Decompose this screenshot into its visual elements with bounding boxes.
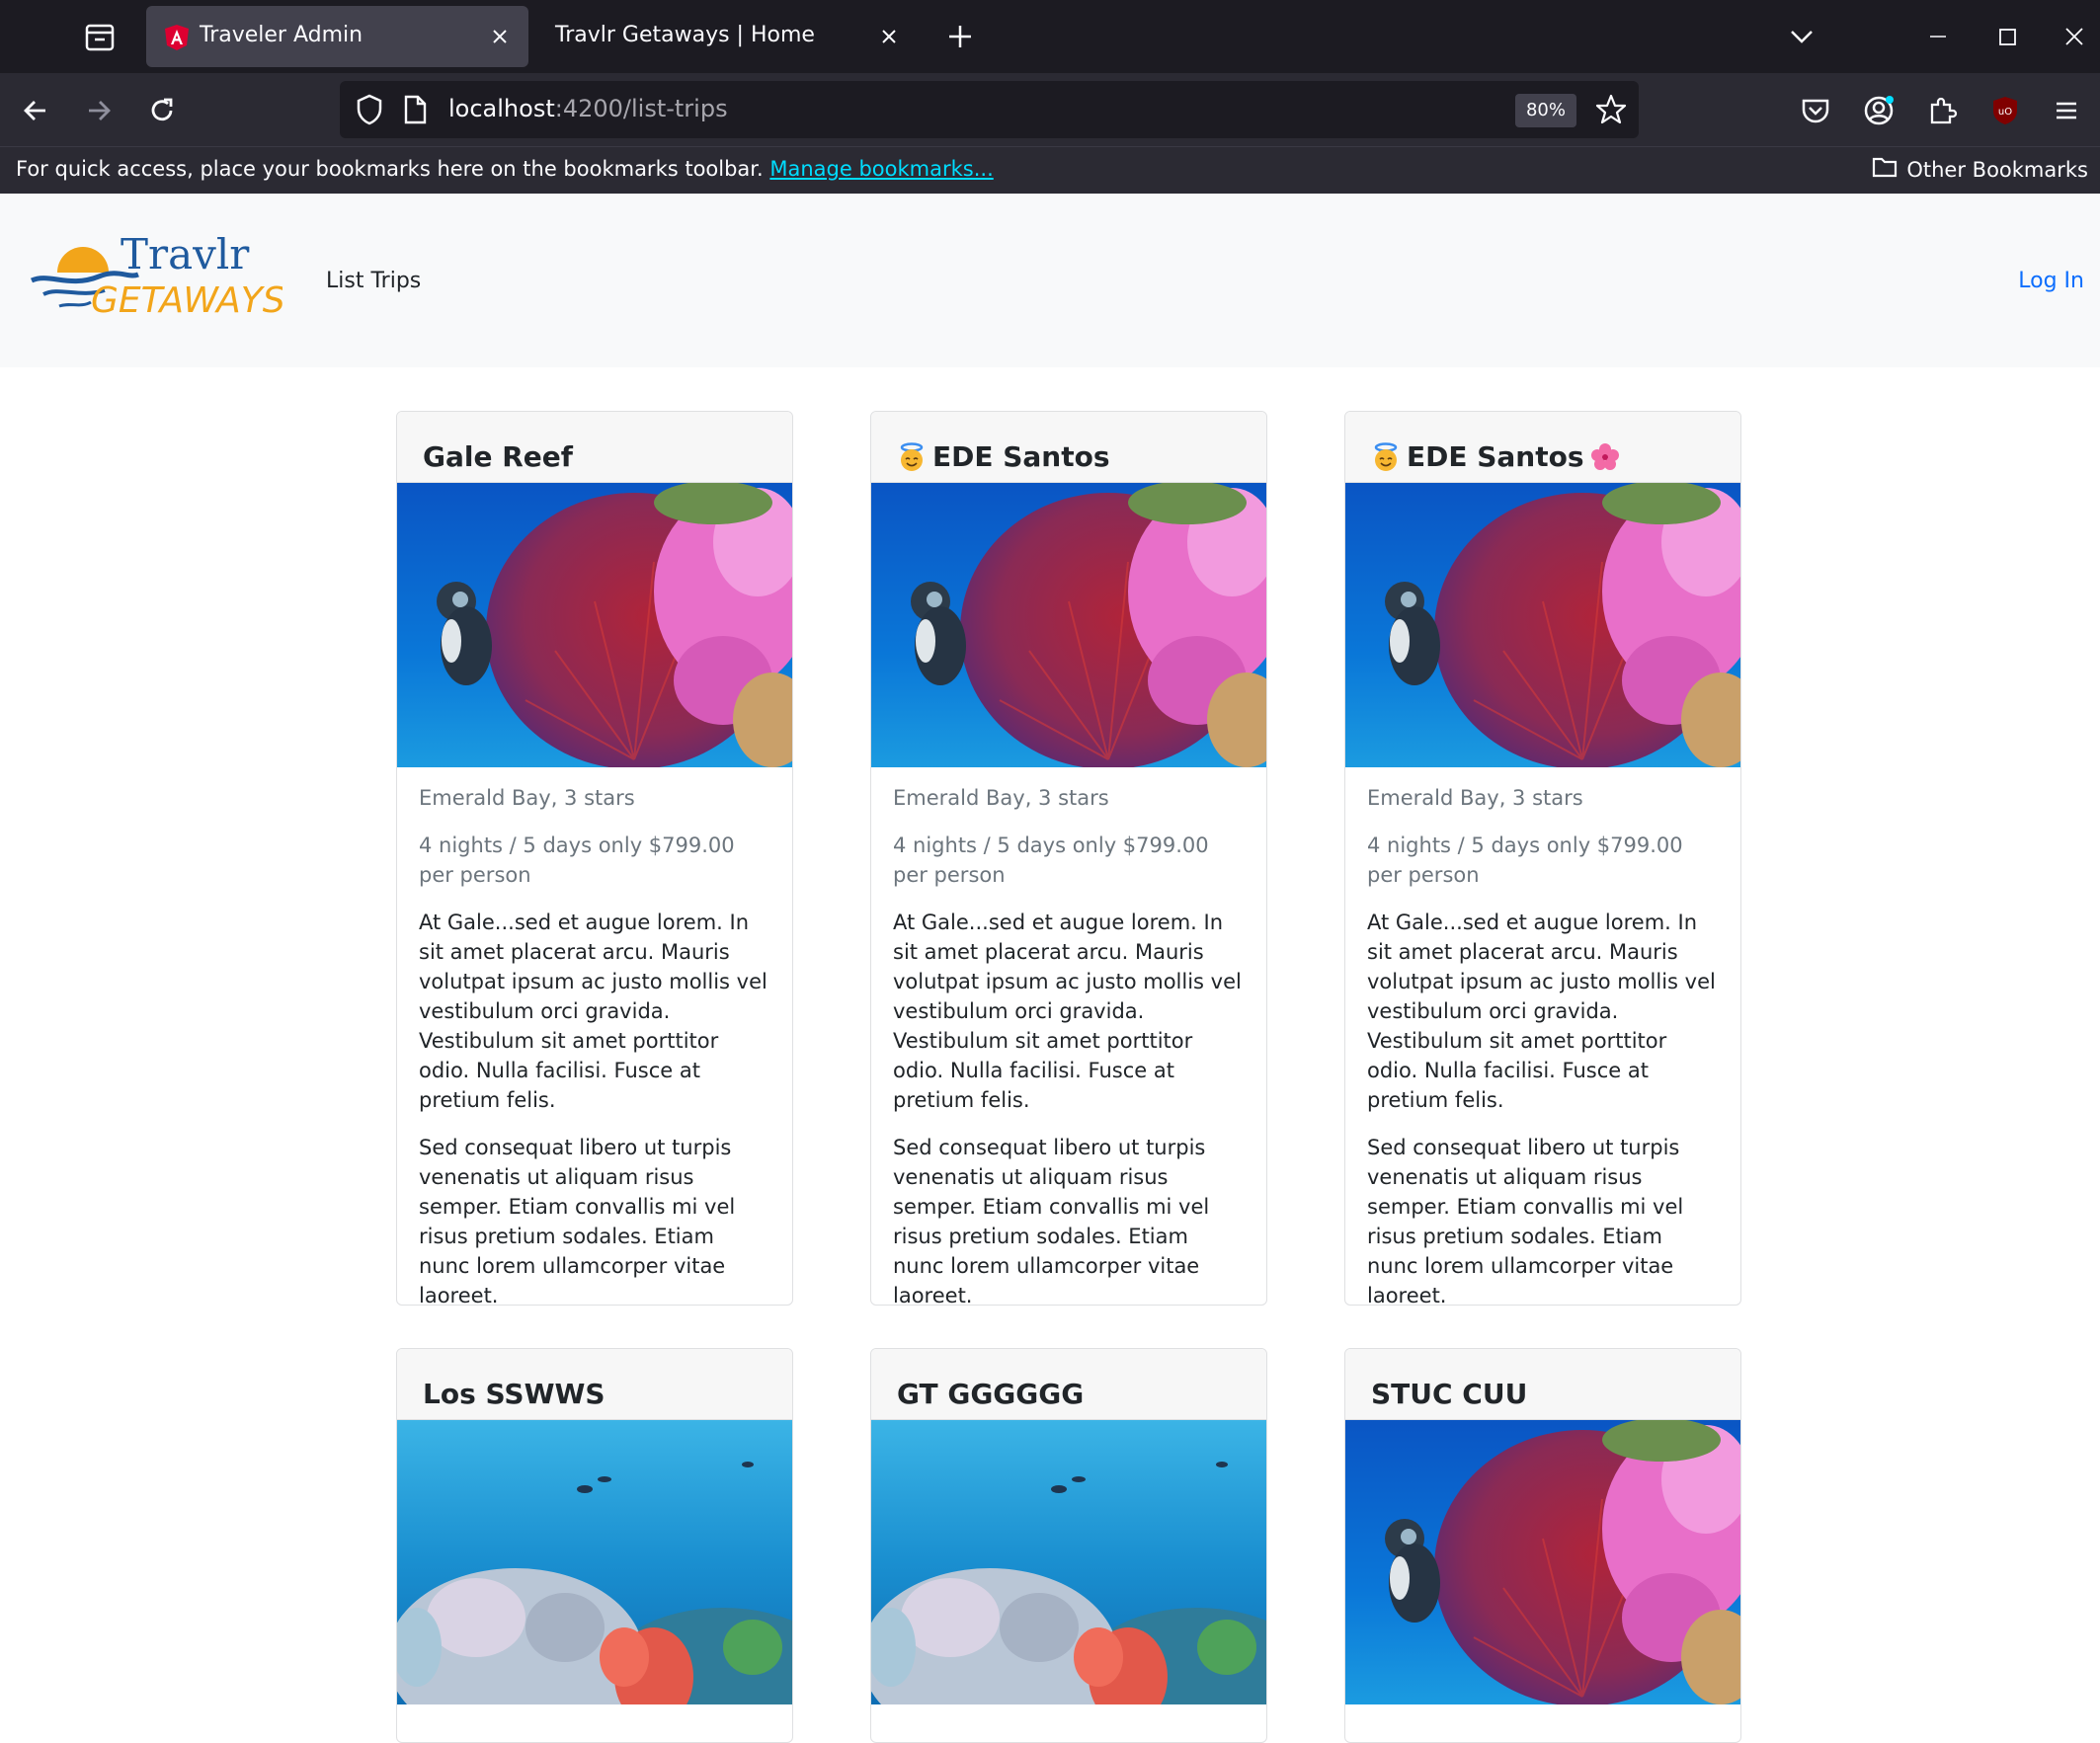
halo-face-emoji-icon	[1371, 441, 1401, 472]
url-text: localhost:4200/list-trips	[448, 95, 728, 122]
browser-tab-bar: Traveler Admin Travlr Getaways | Home	[0, 0, 2100, 73]
trip-name: GT GGGGGG	[897, 1378, 1085, 1410]
tab-title: Traveler Admin	[200, 23, 363, 47]
reload-icon[interactable]	[144, 93, 180, 128]
trip-name: Los SSWWS	[423, 1378, 606, 1410]
trip-description: At Gale...sed et augue lorem. In sit ame…	[893, 911, 1242, 1112]
trip-image	[397, 483, 792, 767]
trip-card: STUC CUU	[1344, 1348, 1741, 1743]
trip-card: EDE Santos Emerald Bay, 3 stars 4 nights…	[870, 411, 1267, 1306]
new-tab-icon[interactable]	[942, 22, 978, 51]
manage-bookmarks-link[interactable]: Manage bookmarks...	[769, 157, 993, 181]
minimize-icon[interactable]	[1920, 22, 1956, 51]
travlr-logo[interactable]: Travlr GETAWAYS	[30, 230, 285, 324]
trip-description: At Gale...sed et augue lorem. In sit ame…	[419, 911, 767, 1112]
trip-description: Sed consequat libero ut turpis venenatis…	[1367, 1136, 1684, 1306]
chevron-down-icon[interactable]	[1784, 22, 1819, 51]
trip-card: Los SSWWS	[396, 1348, 793, 1743]
forward-arrow-icon[interactable]	[81, 93, 117, 128]
logo-text-travlr: Travlr	[121, 233, 250, 278]
login-link[interactable]: Log In	[2018, 269, 2084, 293]
svg-text:uO: uO	[1998, 107, 2012, 118]
tab-overview-icon[interactable]	[71, 18, 126, 57]
trip-image	[871, 1420, 1266, 1704]
close-icon[interactable]	[487, 24, 513, 49]
trip-card: Gale Reef Emerald Bay, 3 stars 4 nights …	[396, 411, 793, 1306]
trip-name: Gale Reef	[423, 440, 573, 473]
trip-description: Sed consequat libero ut turpis venenatis…	[893, 1136, 1210, 1306]
zoom-level[interactable]: 80%	[1515, 94, 1576, 127]
trip-card-header: Los SSWWS	[397, 1349, 792, 1420]
halo-face-emoji-icon	[897, 441, 927, 472]
trip-price: 4 nights / 5 days only $799.00 per perso…	[893, 833, 1209, 887]
trip-description: Sed consequat libero ut turpis venenatis…	[419, 1136, 736, 1306]
trip-card: GT GGGGGG	[870, 1348, 1267, 1743]
account-icon[interactable]	[1861, 93, 1897, 128]
trip-name: STUC CUU	[1371, 1378, 1528, 1410]
logo-text-getaways: GETAWAYS	[91, 280, 283, 321]
trip-price: 4 nights / 5 days only $799.00 per perso…	[1367, 833, 1683, 887]
other-bookmarks[interactable]: Other Bookmarks	[1871, 155, 2088, 184]
bookmarks-message: For quick access, place your bookmarks h…	[16, 157, 994, 181]
nav-list-trips[interactable]: List Trips	[326, 269, 421, 293]
browser-nav-bar: localhost:4200/list-trips 80% uO	[0, 73, 2100, 146]
maximize-icon[interactable]	[1989, 22, 2025, 51]
url-bar[interactable]: localhost:4200/list-trips 80%	[340, 81, 1639, 138]
tab-travlr-home[interactable]: Travlr Getaways | Home	[535, 6, 918, 67]
trip-card-header: EDE Santos	[1345, 412, 1740, 483]
tab-title: Travlr Getaways | Home	[555, 23, 815, 47]
window-close-icon[interactable]	[2057, 22, 2092, 51]
trip-image	[1345, 1420, 1740, 1704]
trip-card-header: GT GGGGGG	[871, 1349, 1266, 1420]
trip-resort: Emerald Bay, 3 stars	[419, 786, 635, 810]
ublock-icon[interactable]: uO	[1987, 93, 2023, 128]
trip-image	[397, 1420, 792, 1704]
extensions-icon[interactable]	[1924, 93, 1960, 128]
star-icon[interactable]	[1594, 93, 1628, 130]
site-navbar: Travlr GETAWAYS List Trips Log In	[0, 194, 2100, 367]
trip-name: EDE Santos	[1407, 440, 1584, 473]
folder-icon	[1871, 155, 1898, 184]
tab-traveler-admin[interactable]: Traveler Admin	[146, 6, 528, 67]
angular-icon	[164, 24, 190, 51]
bookmarks-toolbar: For quick access, place your bookmarks h…	[0, 146, 2100, 194]
trip-price: 4 nights / 5 days only $799.00 per perso…	[419, 833, 735, 887]
trip-card-header: STUC CUU	[1345, 1349, 1740, 1420]
page-icon	[401, 94, 429, 129]
trip-image	[871, 483, 1266, 767]
close-icon[interactable]	[876, 24, 902, 49]
trip-card-header: EDE Santos	[871, 412, 1266, 483]
trip-name: EDE Santos	[932, 440, 1110, 473]
trip-image	[1345, 483, 1740, 767]
trip-resort: Emerald Bay, 3 stars	[893, 786, 1109, 810]
trip-card: EDE Santos Emerald Bay, 3 stars 4 nights…	[1344, 411, 1741, 1306]
hibiscus-emoji-icon	[1590, 442, 1620, 472]
other-bookmarks-label: Other Bookmarks	[1906, 157, 2088, 182]
pocket-icon[interactable]	[1798, 93, 1833, 128]
trip-card-header: Gale Reef	[397, 412, 792, 483]
trip-description: At Gale...sed et augue lorem. In sit ame…	[1367, 911, 1716, 1112]
menu-icon[interactable]	[2049, 93, 2084, 128]
back-arrow-icon[interactable]	[18, 93, 53, 128]
trip-resort: Emerald Bay, 3 stars	[1367, 786, 1583, 810]
shield-icon[interactable]	[354, 93, 385, 130]
